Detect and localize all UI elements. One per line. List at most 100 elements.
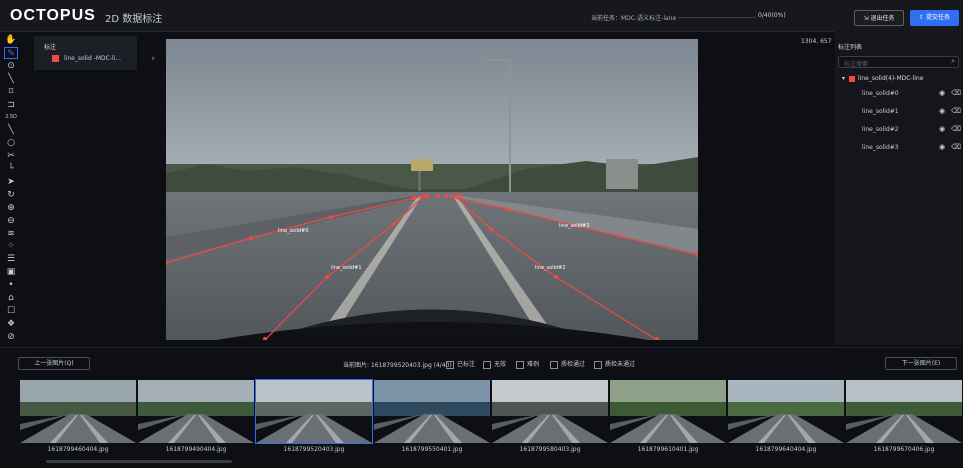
thumbnail-strip: 1618799460404.jpg 1618799490404.jpg 161879… [0, 377, 963, 468]
checkbox-label: 已标注 [457, 361, 476, 368]
status-checkbox[interactable]: 质检通过 [550, 359, 585, 369]
exit-task-label: 退出任务 [870, 15, 895, 22]
cursor-coords: 1304, 657 [801, 38, 832, 45]
checkbox-box[interactable] [550, 360, 558, 369]
annotation-group[interactable]: ▾ line_solid(4)-MDC-line [842, 75, 923, 82]
top-bar: OCTOPUS 2D 数据标注 当前任务：MDC-语义标注-lane 0/40(… [0, 0, 963, 32]
delete-icon[interactable]: ⌫ [951, 143, 961, 151]
group-label: line_solid(4)-MDC-line [858, 75, 924, 82]
thumbnail-image[interactable] [374, 380, 490, 443]
checkbox-label: 质检未通过 [605, 361, 636, 368]
annotation-label-1: line_solid#1 [331, 265, 362, 271]
task-progress-bar [678, 17, 756, 18]
thumbnail-scrollbar[interactable] [46, 460, 232, 463]
comment-icon[interactable]: ☐ [4, 305, 18, 317]
hand-icon[interactable]: ✋ [4, 34, 18, 46]
checkbox-label: 难例 [527, 361, 540, 368]
annotation-list-item[interactable]: line_solid#2 [862, 126, 899, 133]
point-icon[interactable]: ⊙ [4, 60, 18, 72]
annotation-list-item[interactable]: line_solid#3 [862, 144, 899, 151]
thumbnail-filename: 1618799520403.jpg [283, 446, 345, 453]
thumbnail-image[interactable] [255, 379, 373, 444]
eye-icon[interactable]: ◉ [939, 89, 945, 97]
thumbnail-image[interactable] [846, 380, 962, 443]
prev-image-button[interactable]: 上一张图片(Q) [18, 357, 90, 370]
polyline-icon[interactable]: ⊐ [4, 99, 18, 111]
slash-icon[interactable]: ╲ [4, 124, 18, 136]
thumbnail-filename: 1618799670406.jpg [873, 446, 935, 453]
thumbnail-image[interactable] [610, 380, 726, 443]
annotation-canvas[interactable]: line_solid#0 line_solid#1 line_solid#2 l… [166, 39, 698, 340]
status-checkbox[interactable]: 已标注 [446, 359, 475, 369]
thumbnail-image[interactable] [728, 380, 844, 443]
line-icon[interactable]: ╲ [4, 73, 18, 85]
annotation-list-item[interactable]: line_solid#1 [862, 108, 899, 115]
annotation-list-item[interactable]: line_solid#0 [862, 90, 899, 97]
thumbnail-filename: 1618799550401.jpg [401, 446, 463, 453]
thumbnail-filename: 1618799460404.jpg [47, 446, 109, 453]
status-checkbox[interactable]: 质检未通过 [594, 359, 635, 369]
2-5d-icon[interactable]: 2.5D [4, 111, 18, 123]
checkbox-box[interactable] [594, 360, 602, 369]
delete-icon[interactable]: ⌫ [951, 125, 961, 133]
label-color-swatch [52, 55, 59, 62]
submit-task-button[interactable]: ⇧ 提交任务 [910, 10, 959, 26]
annotation-label-0: line_solid#0 [278, 228, 309, 234]
status-checkbox[interactable]: 无效 [483, 359, 506, 369]
chevron-down-icon[interactable]: ∨ [151, 55, 155, 62]
search-icon[interactable]: ⌕ [951, 57, 955, 66]
zoom-in-icon[interactable]: ⊕ [4, 202, 18, 214]
task-progress-text: 0/40(0%) [758, 12, 786, 19]
label-select[interactable]: line_solid -MDC-li... [64, 55, 121, 62]
label-panel: 标注 line_solid -MDC-li... ∨ [34, 36, 155, 70]
circle-icon[interactable]: ○ [4, 137, 18, 149]
checkbox-box[interactable] [516, 360, 524, 369]
list-icon[interactable]: ☰ [4, 253, 18, 265]
hide-icon[interactable]: ⊘ [4, 331, 18, 343]
layers-icon[interactable]: ≋ [4, 228, 18, 240]
exit-icon: ⇲ [863, 15, 869, 22]
edit-icon[interactable]: ✎ [4, 46, 18, 59]
current-image-info: 当前图片: 1618799520403.jpg (4/40) [343, 362, 452, 369]
checkbox-label: 质检通过 [561, 361, 586, 368]
eye-icon[interactable]: ◉ [939, 125, 945, 133]
annotation-search-input[interactable]: 标注搜索 ⌕ [838, 56, 959, 68]
zoom-out-icon[interactable]: ⊖ [4, 215, 18, 227]
search-placeholder: 标注搜索 [844, 61, 869, 68]
checkbox-box[interactable] [446, 360, 454, 369]
thumbnail-image[interactable] [492, 380, 608, 443]
caret-down-icon[interactable]: ▾ [842, 75, 845, 82]
current-task: 当前任务：MDC-语义标注-lane [591, 15, 677, 22]
eye-icon[interactable]: ◉ [939, 143, 945, 151]
checkbox-label: 无效 [494, 361, 507, 368]
thumbnail-filename: 1618799490404.jpg [165, 446, 227, 453]
scatter-icon[interactable]: ⁘ [4, 240, 18, 252]
status-checkbox[interactable]: 难例 [516, 359, 539, 369]
tag-icon[interactable]: ⌂ [4, 292, 18, 304]
thumbnail-image[interactable] [20, 380, 136, 443]
annotation-list-title: 标注列表 [838, 44, 863, 51]
checkbox-box[interactable] [483, 360, 491, 369]
settings-icon[interactable]: ❖ [4, 318, 18, 330]
polygon-icon[interactable]: ⌑ [4, 86, 18, 98]
exit-task-button[interactable]: ⇲ 退出任务 [854, 10, 904, 26]
next-image-button[interactable]: 下一张图片(E) [885, 357, 957, 370]
cut-icon[interactable]: ✂ [4, 150, 18, 162]
annotation-list-panel: 标注列表 标注搜索 ⌕ ▾ line_solid(4)-MDC-line line… [835, 31, 963, 345]
delete-icon[interactable]: ⌫ [951, 107, 961, 115]
annotation-label-3: line_solid#3 [559, 223, 590, 229]
image-icon[interactable]: ▣ [4, 266, 18, 278]
corner-icon[interactable]: └ [4, 163, 18, 175]
pointer-icon[interactable]: ➤ [4, 176, 18, 188]
submit-task-label: 提交任务 [925, 14, 950, 21]
dot-icon[interactable]: • [4, 279, 18, 291]
label-panel-title: 标注 [44, 44, 57, 51]
group-color-swatch [849, 75, 856, 82]
upload-icon: ⇧ [919, 14, 925, 21]
eye-icon[interactable]: ◉ [939, 107, 945, 115]
delete-icon[interactable]: ⌫ [951, 89, 961, 97]
thumbnail-image[interactable] [138, 380, 254, 443]
tool-sidebar: ✋ ✎ ⊙ ╲ ⌑ ⊐ 2.5D ╲ ○ ✂ └ ➤ ↻ ⊕ ⊖ ≋ ⁘ ☰ ▣ • ⌂ ☐ ❖ ⊘ [0, 32, 29, 345]
rotate-icon[interactable]: ↻ [4, 189, 18, 201]
thumbnail-filename: 1618799580403.jpg [519, 446, 581, 453]
